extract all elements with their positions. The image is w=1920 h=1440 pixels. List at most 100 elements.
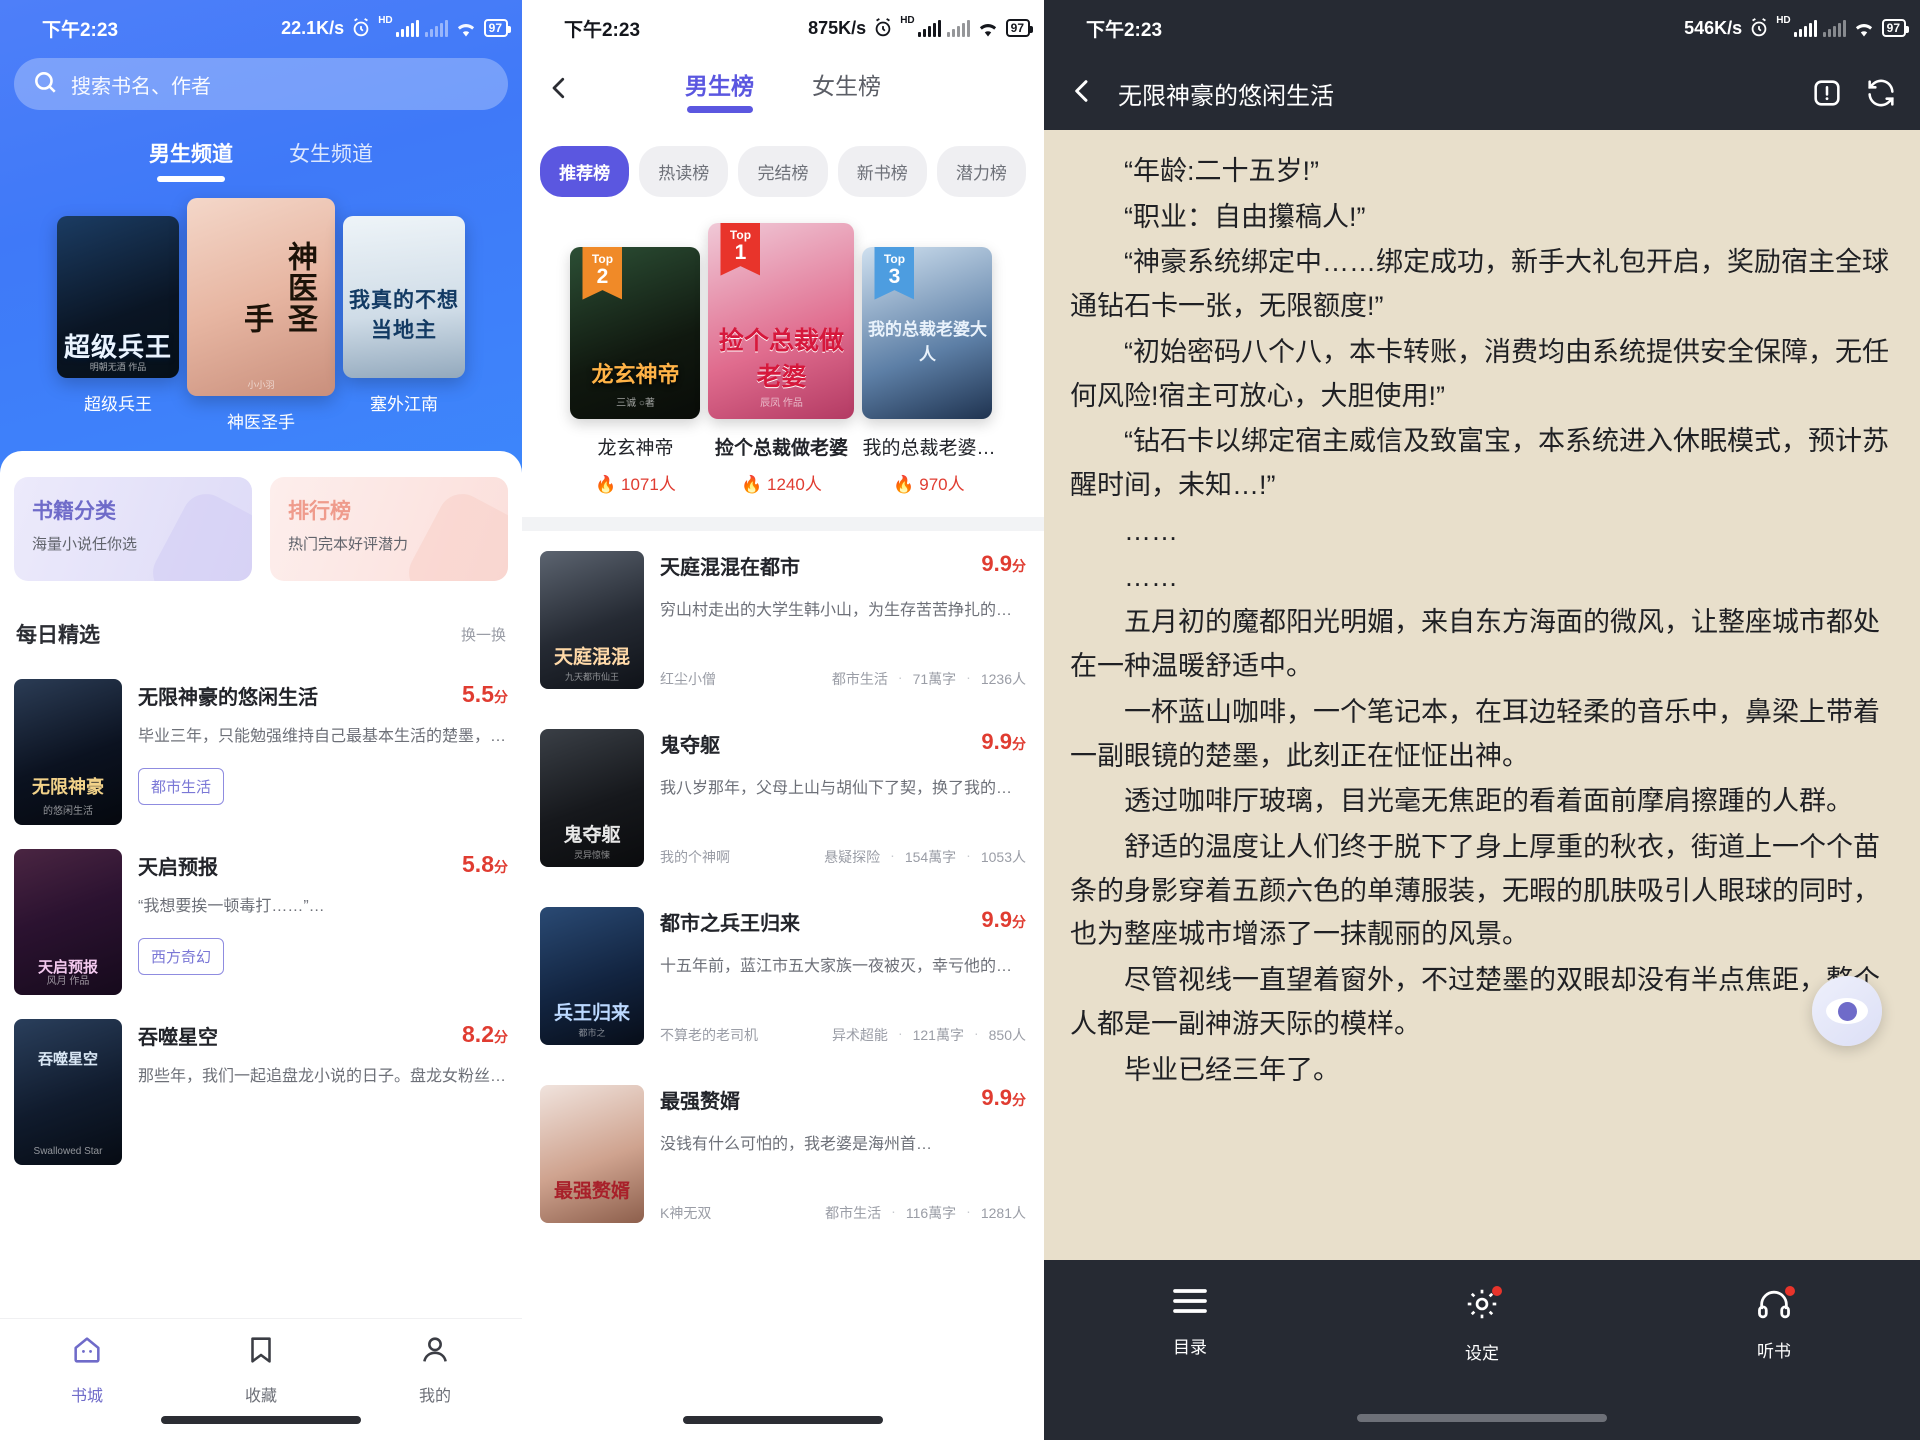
- panel-ranking: 下午2:23 875K/s HD 97 男生榜 女生榜 推荐榜 热读榜 完结榜 …: [522, 0, 1044, 1440]
- home-indicator: [1357, 1414, 1607, 1422]
- chip-potential[interactable]: 潜力榜: [936, 146, 1027, 197]
- cover-subtitle: 灵异惊悚: [573, 850, 610, 860]
- cover-subtitle: 小小羽: [247, 380, 275, 390]
- carousel-item[interactable]: 神医圣手 小小羽 神医圣手: [187, 198, 335, 433]
- book-tag[interactable]: 西方奇幻: [138, 938, 225, 976]
- cover-title: 吞噬星空: [37, 1052, 98, 1068]
- reader-tab-catalog[interactable]: 目录: [1044, 1286, 1336, 1358]
- meta-separator: ·: [897, 669, 903, 685]
- cover-title: 无限神豪: [32, 777, 104, 797]
- cover-title: 神医圣手: [239, 241, 316, 334]
- battery-icon: 97: [1005, 19, 1034, 37]
- podium-item-rank3[interactable]: Top 3 我的总裁老婆大人 我的总裁老婆… 🔥 970人: [862, 247, 996, 495]
- search-icon: [32, 69, 58, 100]
- book-meta: 我的个神啊 悬疑探险 · 154萬字 · 1053人: [660, 847, 1026, 867]
- carousel-item[interactable]: 我真的不想当地主 塞外江南: [343, 216, 465, 415]
- book-tag[interactable]: 都市生活: [138, 768, 225, 806]
- notification-dot: [1492, 1286, 1502, 1296]
- cover-title: 我真的不想当地主: [349, 288, 459, 342]
- table-row[interactable]: 兵王归来 都市之 都市之兵王归来 9.9分 十五年前，蓝江市五大家族一夜被灭，幸…: [522, 887, 1044, 1065]
- book-cover: 我真的不想当地主: [343, 216, 465, 378]
- score-value: 9.9: [981, 1085, 1012, 1110]
- list-item[interactable]: 无限神豪 的悠闲生活 无限神豪的悠闲生活 5.5分 毕业三年，只能勉强维持自己最…: [14, 665, 508, 835]
- reader-tab-listen[interactable]: 听书: [1628, 1286, 1920, 1362]
- score-unit: 分: [494, 689, 508, 705]
- rank-ribbon: Top 1: [720, 223, 761, 276]
- score-value: 9.9: [981, 907, 1012, 932]
- table-row[interactable]: 最强赘婿 最强赘婿 9.9分 没钱有什么可怕的，我老婆是海州首… K神无双 都市…: [522, 1065, 1044, 1243]
- table-row[interactable]: 天庭混混 九天都市仙王 天庭混混在都市 9.9分 穷山村走出的大学生韩小山，为生…: [522, 531, 1044, 709]
- table-row[interactable]: 鬼夺躯 灵异惊悚 鬼夺躯 9.9分 我八岁那年，父母上山与胡仙下了契，换了我的眼…: [522, 709, 1044, 887]
- hot-value: 1240人: [767, 475, 822, 494]
- book-score: 9.9分: [981, 551, 1026, 577]
- carousel-item[interactable]: 超级兵王 明朝无酒 作品 超级兵王: [57, 216, 179, 415]
- ranking-chip-bar: 推荐榜 热读榜 完结榜 新书榜 潜力榜: [522, 124, 1044, 217]
- cover-title: 我的总裁老婆大人: [867, 320, 987, 364]
- tab-profile[interactable]: 我的: [348, 1333, 522, 1406]
- chip-recommend[interactable]: 推荐榜: [540, 146, 630, 197]
- chip-hot-read[interactable]: 热读榜: [639, 146, 729, 197]
- refresh-picks-link[interactable]: 换一换: [461, 624, 506, 645]
- list-item[interactable]: 吞噬星空 Swallowed Star 吞噬星空 8.2分 那些年，我们一起追盘…: [14, 1005, 508, 1175]
- gear-icon: [1464, 1286, 1502, 1327]
- book-title: 天庭混混在都市: [660, 557, 800, 579]
- home-indicator: [161, 1416, 361, 1424]
- book-cover: 最强赘婿: [540, 1085, 644, 1223]
- podium-item-rank1[interactable]: Top 1 捡个总裁做老婆 辰凤 作品 捡个总裁做老婆 🔥 1240人: [708, 223, 855, 495]
- tab-favorites[interactable]: 收藏: [174, 1333, 348, 1406]
- refresh-icon[interactable]: [1864, 76, 1898, 110]
- book-word-count: 154萬字: [904, 849, 957, 865]
- list-item[interactable]: 天启预报 风月 作品 天启预报 5.8分 “我想要挨一顿毒打……”… 西方奇幻: [14, 835, 508, 1005]
- book-meta: 红尘小僧 都市生活 · 71萬字 · 1236人: [660, 669, 1026, 689]
- alarm-icon: [350, 17, 372, 39]
- search-input[interactable]: 搜索书名、作者: [14, 58, 508, 110]
- eye-shape: [1826, 998, 1868, 1024]
- book-reader-count: 1053人: [980, 849, 1026, 865]
- card-book-categories[interactable]: 书籍分类 海量小说任你选: [14, 477, 252, 581]
- book-genre: 异术超能: [831, 1027, 888, 1043]
- book-cover: Top 3 我的总裁老婆大人: [862, 247, 993, 419]
- meta-separator: ·: [973, 1025, 979, 1041]
- chip-new-books[interactable]: 新书榜: [837, 146, 927, 197]
- score-unit: 分: [1012, 736, 1026, 752]
- tab-male-ranking[interactable]: 男生榜: [685, 67, 754, 113]
- tab-female-ranking[interactable]: 女生榜: [812, 67, 881, 113]
- book-word-count: 71萬字: [912, 671, 957, 687]
- book-reader-count: 1281人: [980, 1205, 1026, 1221]
- cover-subtitle: 明朝无酒 作品: [89, 362, 147, 372]
- daily-picks-list: 无限神豪 的悠闲生活 无限神豪的悠闲生活 5.5分 毕业三年，只能勉强维持自己最…: [14, 665, 508, 1175]
- paragraph: “年龄:二十五岁!”: [1124, 156, 1319, 186]
- back-chevron-icon[interactable]: [1066, 75, 1098, 112]
- reader-content[interactable]: “年龄:二十五岁!” “职业：自由攥稿人!” “神豪系统绑定中……绑定成功，新手…: [1044, 130, 1920, 1090]
- hot-count: 🔥 1240人: [741, 475, 822, 494]
- chip-completed[interactable]: 完结榜: [738, 146, 828, 197]
- channel-tab-male[interactable]: 男生频道: [149, 138, 233, 182]
- rank-ribbon: Top 3: [874, 247, 915, 300]
- search-placeholder: 搜索书名、作者: [71, 75, 211, 98]
- signal-bars-secondary-icon: [946, 19, 970, 37]
- book-title: 无限神豪的悠闲生活: [138, 687, 318, 709]
- tab-bookstore[interactable]: 书城: [0, 1333, 174, 1406]
- rank-label: Top: [729, 228, 752, 242]
- network-speed: 875K/s: [808, 17, 867, 38]
- channel-tab-female[interactable]: 女生频道: [289, 138, 373, 182]
- featured-carousel[interactable]: 超级兵王 明朝无酒 作品 超级兵王 神医圣手 小小羽 神医圣手 我真的不想当地主: [0, 198, 522, 433]
- book-genre: 都市生活: [825, 1205, 882, 1221]
- book-description: “我想要挨一顿毒打……”…: [138, 898, 325, 915]
- eye-icon[interactable]: [1812, 976, 1882, 1046]
- report-icon[interactable]: [1810, 76, 1844, 110]
- meta-separator: ·: [966, 1203, 971, 1219]
- top-three-podium: Top 2 龙玄神帝 三诚 ○著 龙玄神帝 🔥 1071人 Top 1 捡个总裁…: [522, 217, 1044, 517]
- reader-tab-settings[interactable]: 设定: [1336, 1286, 1628, 1364]
- section-title: 每日精选: [16, 624, 100, 647]
- score-value: 9.9: [981, 551, 1012, 576]
- three-phone-screens: 下午2:23 22.1K/s HD 97 搜索书名、作者 男生频道 女生频道 超…: [0, 0, 1920, 1440]
- cover-author: 三诚 ○著: [616, 398, 655, 409]
- card-ranking[interactable]: 排行榜 热门完本好评潜力: [270, 477, 508, 581]
- ranking-tabs: 男生榜 女生榜: [522, 67, 1044, 113]
- podium-item-rank2[interactable]: Top 2 龙玄神帝 三诚 ○著 龙玄神帝 🔥 1071人: [570, 247, 701, 495]
- book-title: 龙玄神帝: [597, 438, 674, 459]
- rank-ribbon: Top 2: [582, 247, 623, 300]
- cover-subtitle: Swallowed Star: [33, 1146, 103, 1157]
- tab-label: 我的: [418, 1388, 451, 1405]
